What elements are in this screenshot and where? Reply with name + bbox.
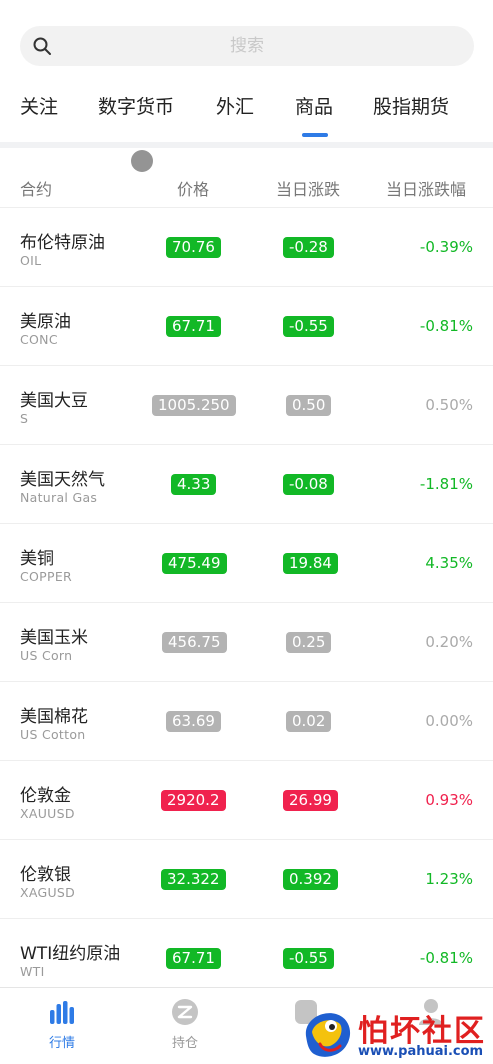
column-header-change: 当日涨跌 — [276, 180, 341, 199]
site-watermark: 怕坏社区 www.pahuai.com — [300, 1002, 493, 1064]
tab-index-futures[interactable]: 股指期货 — [373, 92, 449, 119]
contract-name: WTI纽约原油 — [20, 944, 121, 964]
contract-name: 美铜 — [20, 549, 54, 569]
column-header-change-pct: 当日涨跌幅 — [386, 180, 467, 199]
contract-name: 美国大豆 — [20, 391, 88, 411]
change-pct: 0.50% — [425, 396, 473, 414]
contract-code: US Corn — [20, 648, 73, 663]
table-row[interactable]: 伦敦金 XAUUSD 2920.2 26.99 0.93% — [0, 761, 493, 840]
change-pill: 0.392 — [283, 869, 338, 890]
contract-name: 伦敦金 — [20, 786, 71, 806]
search-bar[interactable] — [20, 26, 474, 66]
contract-code: WTI — [20, 964, 45, 979]
contract-code: US Cotton — [20, 727, 86, 742]
contract-code: OIL — [20, 253, 42, 268]
price-pill: 70.76 — [166, 237, 221, 258]
contract-name: 美原油 — [20, 312, 71, 332]
active-tab-indicator — [302, 133, 328, 137]
change-pill: 26.99 — [283, 790, 338, 811]
change-pill: 0.25 — [286, 632, 332, 653]
nav-positions[interactable]: 持仓 — [145, 988, 225, 1064]
price-pill: 2920.2 — [161, 790, 226, 811]
nav-market-label: 行情 — [48, 1036, 75, 1051]
change-pct: -0.39% — [419, 238, 473, 256]
column-header-price: 价格 — [177, 180, 210, 199]
contract-code: S — [20, 411, 29, 426]
quote-list: 布伦特原油 OIL 70.76 -0.28 -0.39% 美原油 CONC 67… — [0, 208, 493, 998]
price-pill: 4.33 — [171, 474, 217, 495]
contract-code: XAGUSD — [20, 885, 76, 900]
price-pill: 475.49 — [162, 553, 227, 574]
change-pct: 1.23% — [425, 870, 473, 888]
price-pill: 1005.250 — [152, 395, 236, 416]
change-pct: 4.35% — [425, 554, 473, 572]
section-divider — [0, 142, 493, 148]
tab-commodities[interactable]: 商品 — [295, 92, 333, 119]
change-pct: 0.93% — [425, 791, 473, 809]
contract-code: Natural Gas — [20, 490, 98, 505]
floating-touch-dot[interactable] — [131, 150, 153, 172]
search-input[interactable] — [20, 26, 474, 66]
position-icon — [172, 999, 198, 1025]
change-pill: -0.55 — [283, 948, 334, 969]
price-pill: 67.71 — [166, 316, 221, 337]
price-pill: 456.75 — [162, 632, 227, 653]
contract-code: COPPER — [20, 569, 73, 584]
table-row[interactable]: 美原油 CONC 67.71 -0.55 -0.81% — [0, 287, 493, 366]
price-pill: 67.71 — [166, 948, 221, 969]
nav-market[interactable]: 行情 — [22, 988, 102, 1064]
contract-code: CONC — [20, 332, 58, 347]
change-pill: 0.02 — [286, 711, 332, 732]
tab-forex[interactable]: 外汇 — [216, 92, 254, 119]
bar-chart-icon — [50, 1001, 74, 1024]
contract-name: 美国棉花 — [20, 707, 88, 727]
price-pill: 32.322 — [161, 869, 226, 890]
change-pct: 0.20% — [425, 633, 473, 651]
change-pill: -0.28 — [283, 237, 334, 258]
change-pct: -0.81% — [419, 317, 473, 335]
table-row[interactable]: 伦敦银 XAGUSD 32.322 0.392 1.23% — [0, 840, 493, 919]
table-row[interactable]: 美国大豆 S 1005.250 0.50 0.50% — [0, 366, 493, 445]
contract-name: 布伦特原油 — [20, 233, 105, 253]
change-pill: -0.08 — [283, 474, 334, 495]
table-row[interactable]: 美国天然气 Natural Gas 4.33 -0.08 -1.81% — [0, 445, 493, 524]
change-pill: 19.84 — [283, 553, 338, 574]
table-row[interactable]: 美国棉花 US Cotton 63.69 0.02 0.00% — [0, 682, 493, 761]
contract-name: 美国天然气 — [20, 470, 105, 490]
tab-crypto[interactable]: 数字货币 — [98, 92, 174, 119]
category-tabs: 关注 数字货币 外汇 商品 股指期货 — [0, 92, 493, 136]
table-row[interactable]: 美国玉米 US Corn 456.75 0.25 0.20% — [0, 603, 493, 682]
table-row[interactable]: 美铜 COPPER 475.49 19.84 4.35% — [0, 524, 493, 603]
tab-watchlist[interactable]: 关注 — [20, 92, 58, 119]
change-pct: -0.81% — [419, 949, 473, 967]
contract-name: 美国玉米 — [20, 628, 88, 648]
change-pct: 0.00% — [425, 712, 473, 730]
price-pill: 63.69 — [166, 711, 221, 732]
change-pill: -0.55 — [283, 316, 334, 337]
watermark-url: www.pahuai.com — [358, 1044, 484, 1059]
contract-name: 伦敦银 — [20, 865, 71, 885]
column-header-contract: 合约 — [20, 180, 53, 199]
contract-code: XAUUSD — [20, 806, 75, 821]
table-row[interactable]: 布伦特原油 OIL 70.76 -0.28 -0.39% — [0, 208, 493, 287]
nav-positions-label: 持仓 — [171, 1036, 198, 1051]
watermark-logo-icon — [305, 1013, 351, 1057]
change-pct: -1.81% — [419, 475, 473, 493]
change-pill: 0.50 — [286, 395, 332, 416]
